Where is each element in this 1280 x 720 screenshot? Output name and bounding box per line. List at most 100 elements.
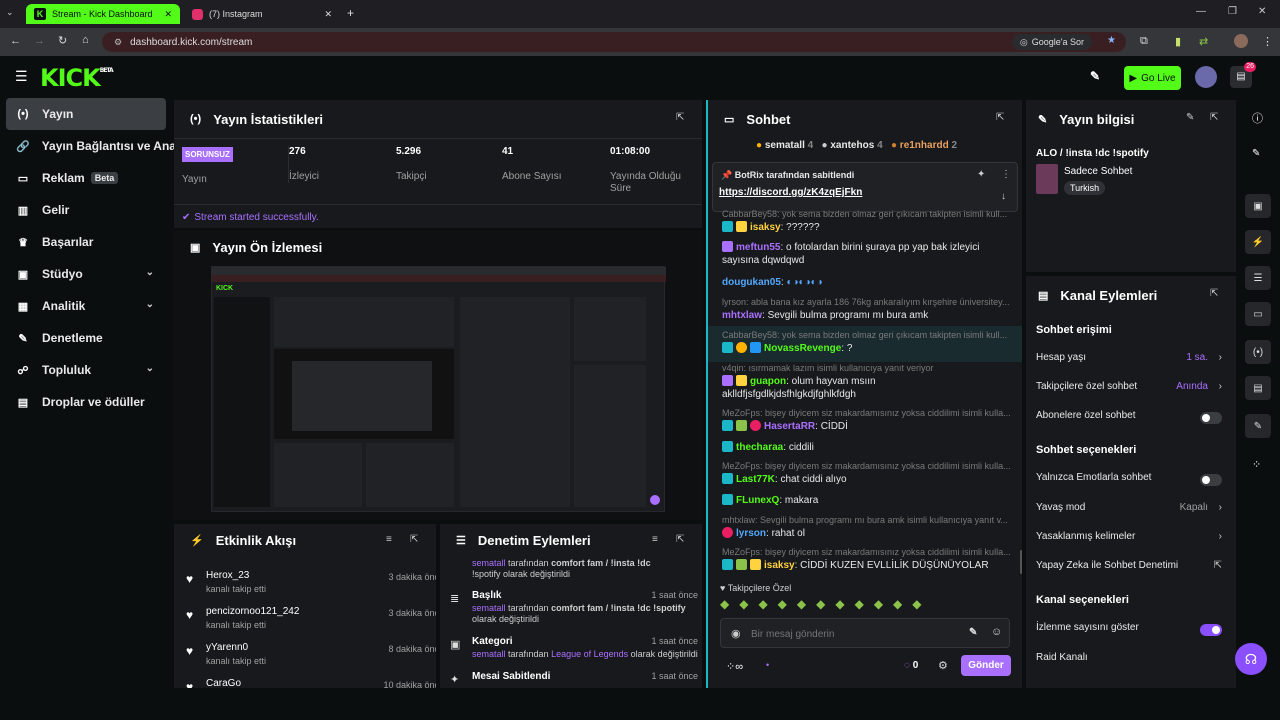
ai-moderation-row[interactable]: Yapay Zeka ile Sohbet Denetimi ⇱	[1036, 560, 1222, 576]
settings-gear-icon[interactable]: ⚙	[938, 659, 948, 672]
browser-tab-kick[interactable]: K Stream - Kick Dashboard ✕	[26, 4, 180, 24]
chat-scrollbar[interactable]	[1020, 550, 1022, 574]
mod-user[interactable]: sematall	[472, 603, 506, 613]
nav-item-revenue[interactable]: ▥ Gelir	[6, 194, 166, 226]
edit-icon[interactable]: ✎	[1186, 112, 1194, 123]
google-lens-button[interactable]: ◎ Google'a Sor	[1011, 34, 1092, 50]
tab-close-icon[interactable]: ✕	[164, 9, 172, 20]
nav-item-achievements[interactable]: ♛ Başarılar	[6, 226, 166, 258]
tab-close-icon[interactable]: ✕	[324, 9, 332, 20]
tab-list-icon[interactable]: ⌄	[6, 7, 20, 21]
sidebar-wrench-button[interactable]: ✎	[1245, 414, 1271, 438]
send-button[interactable]: Gönder	[961, 655, 1011, 676]
chat-username[interactable]: Last77K	[736, 474, 775, 485]
hamburger-menu-icon[interactable]: ☰	[15, 68, 28, 85]
forward-icon[interactable]: →	[34, 35, 45, 47]
restore-icon[interactable]: ❐	[1228, 6, 1237, 17]
site-info-icon[interactable]: ⚙	[114, 37, 122, 48]
profile-avatar[interactable]	[1234, 34, 1248, 48]
chat-username[interactable]: isaksy	[750, 222, 781, 233]
sidebar-more-dots-icon[interactable]: ⁘	[1252, 458, 1261, 471]
popout-icon[interactable]: ⇱	[1210, 112, 1218, 123]
translate-icon[interactable]: ⇄	[1199, 35, 1208, 48]
account-age-row[interactable]: Hesap yaşı 1 sa. ›	[1036, 352, 1222, 368]
channel-points[interactable]: ◌ 0	[904, 660, 918, 671]
nav-item-studio[interactable]: ▣ Stüdyo ⌄	[6, 258, 166, 290]
bookmark-star-icon[interactable]: ★	[1107, 35, 1116, 46]
chat-username[interactable]: HasertaRR	[764, 421, 815, 432]
ai-tools-icon[interactable]: ✎	[969, 627, 977, 638]
sidebar-chat-button[interactable]: ▭	[1245, 302, 1271, 326]
event-user[interactable]: CaraGo	[206, 678, 241, 688]
mod-user[interactable]: sematall	[472, 558, 506, 568]
browser-menu-icon[interactable]: ⋮	[1262, 35, 1273, 48]
extensions-icon[interactable]: ⧉	[1140, 35, 1148, 48]
emote-smile-icon[interactable]: ☺	[991, 626, 1002, 638]
url-field[interactable]: ⚙ dashboard.kick.com/stream ◎ Google'a S…	[102, 32, 1126, 52]
info-icon[interactable]: ⓘ	[1252, 110, 1263, 126]
category-name[interactable]: Sadece Sohbet	[1064, 166, 1132, 177]
chat-username[interactable]: isaksy	[764, 560, 795, 571]
filter-icon[interactable]: ≡	[386, 534, 392, 545]
popout-icon[interactable]: ⇱	[1210, 288, 1218, 299]
sidebar-preview-button[interactable]: ▣	[1245, 194, 1271, 218]
sidebar-channel-actions-button[interactable]: ▤	[1245, 376, 1271, 400]
category-thumbnail[interactable]	[1036, 164, 1058, 194]
new-tab-icon[interactable]: +	[347, 6, 354, 20]
ai-tools-icon[interactable]: ✎	[1090, 69, 1100, 83]
gifter-name[interactable]: re1nhardd	[900, 140, 949, 151]
nav-item-analytics[interactable]: ▦ Analitik ⌄	[6, 290, 166, 322]
popout-icon[interactable]: ⇱	[996, 112, 1004, 123]
extension-trash-icon[interactable]: ▮	[1175, 35, 1181, 48]
gifter-name[interactable]: xantehos	[830, 140, 874, 151]
stream-preview-video[interactable]: KICK	[211, 266, 666, 512]
home-icon[interactable]: ⌂	[82, 34, 89, 46]
kick-logo[interactable]: KICKBETA	[40, 64, 114, 92]
chat-username[interactable]: NovassRevenge	[764, 343, 841, 354]
notifications-button[interactable]: ▤ 26	[1230, 62, 1256, 88]
chat-username[interactable]: dougukan05	[722, 277, 781, 288]
slow-mode-row[interactable]: Yavaş mod Kapalı ›	[1036, 502, 1222, 518]
event-user[interactable]: yYarenn0	[206, 642, 248, 653]
gifter-name[interactable]: sematall	[765, 140, 805, 151]
browser-tab-instagram[interactable]: (7) Instagram ✕	[184, 4, 340, 24]
window-close-icon[interactable]: ✕	[1258, 6, 1266, 17]
emoji-picker-icon[interactable]: ◉	[731, 627, 741, 640]
nav-item-stream-key[interactable]: 🔗 Yayın Bağlantısı ve Anahtarı	[6, 130, 202, 162]
popout-icon[interactable]: ⇱	[676, 112, 684, 123]
emotes-only-toggle[interactable]	[1200, 474, 1222, 486]
chat-username[interactable]: meftun55	[736, 242, 780, 253]
go-live-button[interactable]: ▶ Go Live	[1124, 66, 1181, 90]
raid-channel-row[interactable]: Raid Kanalı	[1036, 652, 1222, 668]
pinned-link[interactable]: https://discord.gg/zK4zqEjFkn	[719, 187, 862, 198]
sidebar-activity-button[interactable]: ⚡	[1245, 230, 1271, 254]
subs-chat-toggle[interactable]	[1200, 412, 1222, 424]
event-user[interactable]: Herox_23	[206, 570, 249, 581]
help-button[interactable]: ☊	[1235, 643, 1267, 675]
chat-username[interactable]: guapon	[750, 376, 786, 387]
nav-item-drops[interactable]: ▤ Droplar ve ödüller	[6, 386, 166, 418]
chat-username[interactable]: mhtxlaw	[722, 310, 762, 321]
chat-username[interactable]: thecharaa	[736, 442, 783, 453]
more-icon[interactable]: ⋮	[1001, 169, 1011, 180]
back-icon[interactable]: ←	[10, 35, 21, 47]
banned-words-row[interactable]: Yasaklanmış kelimeler ›	[1036, 531, 1222, 547]
nav-item-moderation[interactable]: ✎ Denetleme	[6, 322, 166, 354]
popout-icon[interactable]: ⇱	[676, 534, 684, 545]
edit-pencil-icon[interactable]: ✎	[1252, 148, 1260, 159]
viewer-count-toggle[interactable]	[1200, 624, 1222, 636]
collapse-icon[interactable]: ↓	[1001, 191, 1006, 202]
user-avatar[interactable]	[1195, 66, 1217, 88]
sidebar-stream-button[interactable]: (•)	[1245, 340, 1271, 364]
nav-item-community[interactable]: ☍ Topluluk ⌄	[6, 354, 166, 386]
event-user[interactable]: pencizornoo121_242	[206, 606, 299, 617]
popout-icon[interactable]: ⇱	[410, 534, 418, 545]
chat-settings-dots-icon[interactable]: ⁘∞	[726, 660, 743, 673]
minimize-icon[interactable]: —	[1196, 6, 1206, 17]
filter-icon[interactable]: ≡	[652, 534, 658, 545]
mod-user[interactable]: sematall	[472, 649, 506, 659]
nav-item-ads[interactable]: ▭ Reklam Beta	[6, 162, 166, 194]
sidebar-mod-actions-button[interactable]: ☰	[1245, 266, 1271, 290]
followers-chat-row[interactable]: Takipçilere özel sohbet Anında ›	[1036, 381, 1222, 397]
chat-username[interactable]: lyrson	[736, 528, 766, 539]
